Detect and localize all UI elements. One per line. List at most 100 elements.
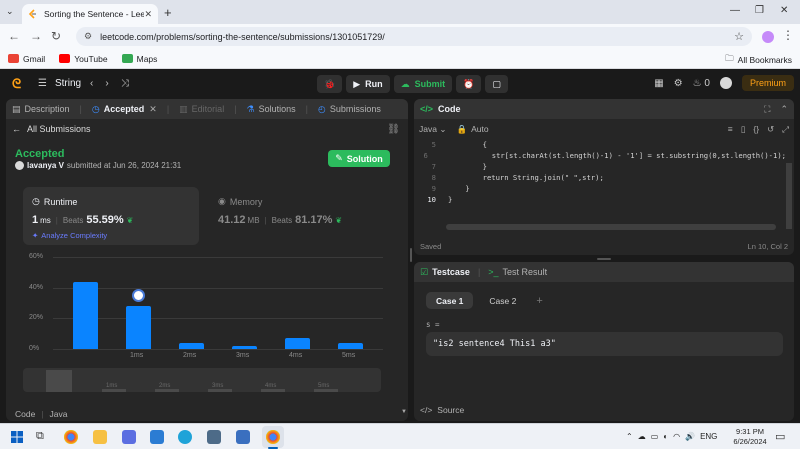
minimize-icon[interactable]: —: [730, 5, 740, 16]
notes-button[interactable]: ▢: [485, 75, 508, 93]
submitter-name[interactable]: lavanya V: [27, 161, 64, 170]
analyze-complexity-link[interactable]: ✦ Analyze Complexity: [32, 231, 107, 240]
meet-icon[interactable]: ◐: [663, 432, 668, 441]
problem-list-button[interactable]: ☰ String: [38, 78, 81, 89]
reset-icon[interactable]: ↺: [767, 124, 774, 135]
tab-description[interactable]: ▤ Description: [12, 104, 70, 115]
shuffle-icon[interactable]: ⤨: [121, 78, 129, 89]
next-problem-icon[interactable]: ›: [105, 78, 108, 89]
close-tab-icon[interactable]: ✕: [144, 9, 152, 20]
settings-gear-icon[interactable]: ⚙: [674, 78, 683, 89]
cloud-icon[interactable]: ☁: [638, 432, 646, 441]
window-close-icon[interactable]: ✕: [780, 5, 788, 16]
vertical-panel-resizer[interactable]: [409, 240, 413, 270]
chrome-icon[interactable]: [64, 430, 78, 444]
back-arrow-icon[interactable]: ←: [8, 29, 20, 43]
bookmark-gmail[interactable]: Gmail: [8, 54, 45, 64]
system-clock[interactable]: 9:31 PM 6/26/2024: [730, 427, 770, 447]
close-tab-icon[interactable]: ✕: [149, 104, 157, 115]
horizontal-scrollbar[interactable]: [446, 224, 776, 230]
chevron-up-icon[interactable]: ⌃: [626, 432, 633, 441]
profile-avatar[interactable]: [762, 31, 774, 43]
format-icon[interactable]: ≡: [728, 124, 733, 135]
tab-test-result[interactable]: >_ Test Result: [488, 267, 547, 277]
add-case-icon[interactable]: +: [536, 295, 542, 307]
scrubber-handle[interactable]: [46, 370, 72, 392]
case-2-tab[interactable]: Case 2: [479, 292, 526, 309]
expand-icon[interactable]: ⛶: [764, 104, 770, 115]
bookmark-maps[interactable]: Maps: [121, 54, 157, 64]
new-tab-button[interactable]: +: [164, 5, 172, 20]
windows-start-icon[interactable]: [10, 430, 24, 444]
tab-solutions[interactable]: ⚗ Solutions: [247, 104, 296, 115]
alarm-icon: ⏰: [463, 78, 475, 89]
all-submissions-link[interactable]: ← All Submissions: [12, 124, 91, 134]
testcase-input[interactable]: "is2 sentence4 This1 a3": [426, 332, 783, 356]
volume-icon[interactable]: 🔊: [685, 432, 695, 441]
restore-icon[interactable]: ❐: [755, 5, 764, 16]
tab-search-icon[interactable]: ⌄: [6, 6, 14, 17]
streak-counter[interactable]: ♨ 0: [693, 78, 710, 89]
runtime-card[interactable]: ◷ Runtime 1 ms | Beats 55.59% ❦ ✦ Analyze …: [23, 187, 199, 245]
premium-button[interactable]: Premium: [741, 75, 794, 91]
chart-range-scrubber[interactable]: 1ms 2ms 3ms 4ms 5ms: [23, 368, 381, 392]
chart-bar[interactable]: [232, 345, 257, 349]
chart-bar[interactable]: [126, 306, 151, 349]
bookmark-icon[interactable]: ▯: [741, 124, 746, 135]
braces-icon[interactable]: {}: [753, 124, 759, 135]
tab-submissions[interactable]: ◴ Submissions: [318, 104, 381, 115]
address-bar[interactable]: ⚙ leetcode.com/problems/sorting-the-sent…: [76, 27, 752, 46]
your-submission-marker[interactable]: [132, 289, 145, 303]
network-icon[interactable]: ▭: [651, 432, 659, 441]
debug-button[interactable]: 🐞: [317, 75, 343, 93]
tab-accepted[interactable]: ◷ Accepted ✕: [92, 104, 157, 115]
share-link-icon[interactable]: ⛓: [387, 124, 400, 135]
bookmark-youtube[interactable]: YouTube: [59, 54, 108, 64]
app-icon-2[interactable]: [236, 430, 250, 444]
line-number: 9: [431, 184, 436, 193]
case-1-tab[interactable]: Case 1: [426, 292, 474, 309]
app-icon[interactable]: [207, 430, 221, 444]
forward-arrow-icon[interactable]: →: [30, 29, 42, 43]
code-editor[interactable]: 5 { 6 str[st.charAt(st.length()-1) - '1'…: [414, 139, 786, 205]
run-button[interactable]: ▶ Run: [346, 75, 390, 93]
all-bookmarks[interactable]: 🗀 All Bookmarks: [725, 53, 792, 67]
submit-button[interactable]: ☁ Submit: [393, 75, 453, 93]
fullscreen-icon[interactable]: ⤢: [782, 124, 789, 135]
language-select[interactable]: Java ⌄: [419, 124, 446, 135]
auto-mode[interactable]: 🔒 Auto: [456, 124, 488, 135]
scroll-down-arrow-icon[interactable]: ▼: [401, 409, 407, 415]
notification-icon[interactable]: ▭: [775, 430, 785, 443]
source-button[interactable]: </> Source: [420, 405, 464, 415]
layout-grid-icon[interactable]: ▦: [654, 78, 663, 89]
chrome-profile-icon[interactable]: [266, 430, 280, 444]
collapse-icon[interactable]: ⌃: [780, 104, 788, 115]
solution-button[interactable]: ✎ Solution: [328, 150, 390, 167]
chart-bar[interactable]: [338, 342, 363, 349]
timer-button[interactable]: ⏰: [456, 75, 482, 93]
file-explorer-icon[interactable]: [93, 430, 107, 444]
mail-icon[interactable]: [150, 430, 164, 444]
edge-icon[interactable]: [178, 430, 192, 444]
wifi-icon[interactable]: ◠: [673, 432, 680, 441]
chart-bar[interactable]: [179, 342, 204, 349]
input-language[interactable]: ENG: [700, 432, 717, 441]
browser-menu-icon[interactable]: ⋮: [782, 28, 794, 42]
memory-card[interactable]: ◉ Memory 41.12 MB | Beats 81.17% ❦: [209, 187, 389, 245]
vertical-scrollbar[interactable]: [786, 163, 792, 229]
task-view-icon[interactable]: ⧉: [36, 430, 50, 444]
leetcode-logo-icon[interactable]: ᘓ: [12, 76, 21, 92]
bookmark-star-icon[interactable]: ☆: [734, 30, 744, 43]
browser-tab-active[interactable]: Sorting the Sentence - LeetCode ✕: [22, 4, 158, 24]
reload-icon[interactable]: ↻: [51, 29, 61, 43]
horizontal-panel-resizer[interactable]: [414, 256, 794, 261]
tab-testcase[interactable]: ☑ Testcase: [420, 267, 470, 278]
store-icon[interactable]: [122, 430, 136, 444]
submitter-avatar[interactable]: [15, 161, 24, 170]
site-info-icon[interactable]: ⚙: [84, 31, 92, 42]
prev-problem-icon[interactable]: ‹: [90, 78, 93, 89]
user-avatar[interactable]: [719, 77, 732, 89]
tab-editorial[interactable]: ▥ Editorial: [179, 104, 224, 115]
chart-bar[interactable]: [73, 281, 98, 349]
chart-bar[interactable]: [285, 338, 310, 349]
